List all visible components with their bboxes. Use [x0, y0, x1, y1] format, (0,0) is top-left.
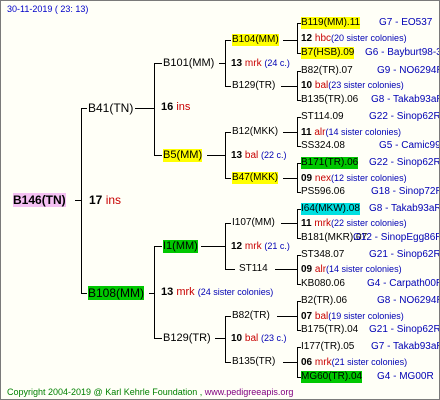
gen5-code: G8 - NO6294R	[377, 295, 440, 306]
gen4-queen: B47(MKK)	[232, 172, 279, 184]
gen5-queen: I177(TR).05	[301, 341, 355, 352]
gen5-queen: I64(MKW).08	[301, 203, 360, 215]
connector-line	[219, 63, 226, 64]
gen5-info: 06 mrk(21 sister colonies)	[301, 357, 408, 368]
gen4-queen: ST114	[239, 263, 268, 274]
gen3-queen: I1(MM)	[163, 240, 198, 253]
gen4-queen: I107(MM)	[232, 217, 275, 228]
connector-line	[154, 155, 162, 156]
gen5-queen: B119(MM).11	[301, 17, 361, 29]
connector-line	[225, 132, 231, 133]
gen5-queen: B135(TR).06	[301, 94, 359, 105]
gen3-queen: B5(MM)	[163, 149, 203, 162]
connector-line	[154, 63, 155, 155]
gen5-queen: PS596.06	[301, 186, 345, 197]
connector-line	[281, 223, 298, 224]
connector-line	[201, 246, 226, 247]
gen5-code: G9 - NO6294R	[377, 65, 440, 76]
connector-line	[81, 293, 87, 294]
gen5-code: G8 - Takab93aR	[369, 203, 440, 214]
gen5-queen: KB080.06	[301, 278, 345, 289]
gen5-queen: SS324.08	[301, 140, 345, 151]
connector-line	[154, 63, 162, 64]
connector-line	[135, 108, 155, 109]
connector-line	[215, 338, 226, 339]
sire-inseminations: 16 ins	[161, 101, 191, 113]
connector-line	[277, 316, 298, 317]
gen5-info: 12 hbc(20 sister colonies)	[301, 33, 407, 44]
dam-queen: B108(MM)	[88, 286, 145, 300]
connector-line	[281, 86, 298, 87]
connector-line	[225, 362, 231, 363]
connector-line	[225, 86, 231, 87]
sire-queen: B41(TN)	[88, 101, 134, 115]
website-link[interactable]: www.pedigreeapis.org	[205, 387, 294, 397]
gen4-queen: B82(TR)	[232, 310, 270, 321]
connector-line	[75, 200, 82, 201]
gen4-queen: B104(MM)	[232, 34, 279, 46]
pedigree-chart: { "header": { "date": "30-11-2019 ( 23: …	[0, 0, 440, 400]
gen3-info: 10 bal (23 c.)	[231, 333, 287, 344]
connector-line	[154, 246, 162, 247]
gen5-code: G18 - Sinop72R	[371, 186, 440, 197]
connector-line	[275, 269, 298, 270]
connector-line	[81, 108, 87, 109]
dam-inseminations: 13 mrk (24 sister colonies)	[161, 286, 274, 298]
connector-line	[154, 246, 155, 338]
connector-line	[283, 40, 298, 41]
gen4-queen: B135(TR)	[232, 356, 276, 367]
gen5-info: 09 nex(12 sister colonies)	[301, 173, 407, 184]
gen3-queen: B101(MM)	[163, 57, 215, 69]
gen5-code: G4 - Carpath00R	[367, 278, 440, 289]
connector-line	[207, 155, 226, 156]
gen5-code: G12 - SinopEgg86R	[353, 232, 440, 243]
gen5-queen: B2(TR).06	[301, 295, 348, 306]
connector-line	[225, 40, 231, 41]
gen3-info: 12 mrk (21 c.)	[231, 241, 290, 252]
gen5-code: G4 - MG00R	[377, 371, 434, 382]
connector-line	[283, 178, 298, 179]
gen5-code: G8 - Takab93aR	[371, 94, 440, 105]
gen3-queen: B129(TR)	[163, 332, 211, 344]
gen3-info: 13 bal (22 c.)	[231, 150, 287, 161]
gen5-queen: B175(TR).04	[301, 324, 359, 335]
connector-line	[297, 23, 298, 53]
gen5-queen: MG60(TR).04	[301, 371, 363, 383]
gen5-code: G7 - Takab93aR	[371, 341, 440, 352]
gen5-code: G21 - Sinop62R	[369, 249, 440, 260]
gen5-code: G22 - Sinop62R	[369, 111, 440, 122]
gen5-queen: B171(TR).06	[301, 157, 359, 169]
gen3-info: 13 mrk (24 c.)	[231, 58, 290, 69]
connector-line	[225, 223, 231, 224]
gen5-queen: B82(TR).07	[301, 65, 353, 76]
gen5-code: G7 - EO537	[379, 17, 433, 28]
connector-line	[225, 178, 231, 179]
connector-line	[283, 362, 298, 363]
connector-line	[154, 338, 162, 339]
gen5-queen: ST114.09	[301, 111, 344, 122]
connector-line	[149, 293, 155, 294]
gen5-info: 07 bal(19 sister colonies)	[301, 311, 404, 322]
gen5-info: 11 alr(14 sister colonies)	[301, 127, 402, 138]
connector-line	[225, 316, 226, 362]
gen5-code: G21 - Sinop62R	[369, 324, 440, 335]
connector-line	[283, 132, 298, 133]
connector-line	[225, 316, 231, 317]
gen5-code: G5 - Camic99R	[379, 140, 439, 151]
connector-line	[225, 269, 235, 270]
root-queen: B146(TN)	[13, 193, 66, 207]
gen5-queen: ST348.07	[301, 249, 345, 260]
copyright-notice: Copyright 2004-2019 @ Karl Kehrle Founda…	[7, 387, 294, 397]
gen5-code: G6 - Bayburt98-3	[365, 47, 440, 58]
gen5-queen: B7(HSB).09	[301, 47, 355, 59]
gen5-info: 09 alr(14 sister colonies)	[301, 264, 402, 275]
root-inseminations: 17 ins	[89, 193, 122, 207]
gen5-info: 11 mrk(22 sister colonies)	[301, 218, 407, 229]
gen4-queen: B12(MKK)	[232, 126, 279, 137]
gen5-info: 10 bal(23 sister colonies)	[301, 80, 404, 91]
report-date: 30-11-2019 ( 23: 13)	[7, 4, 89, 14]
gen4-queen: B129(TR)	[232, 80, 276, 91]
gen5-code: G22 - Sinop62R	[369, 157, 440, 168]
